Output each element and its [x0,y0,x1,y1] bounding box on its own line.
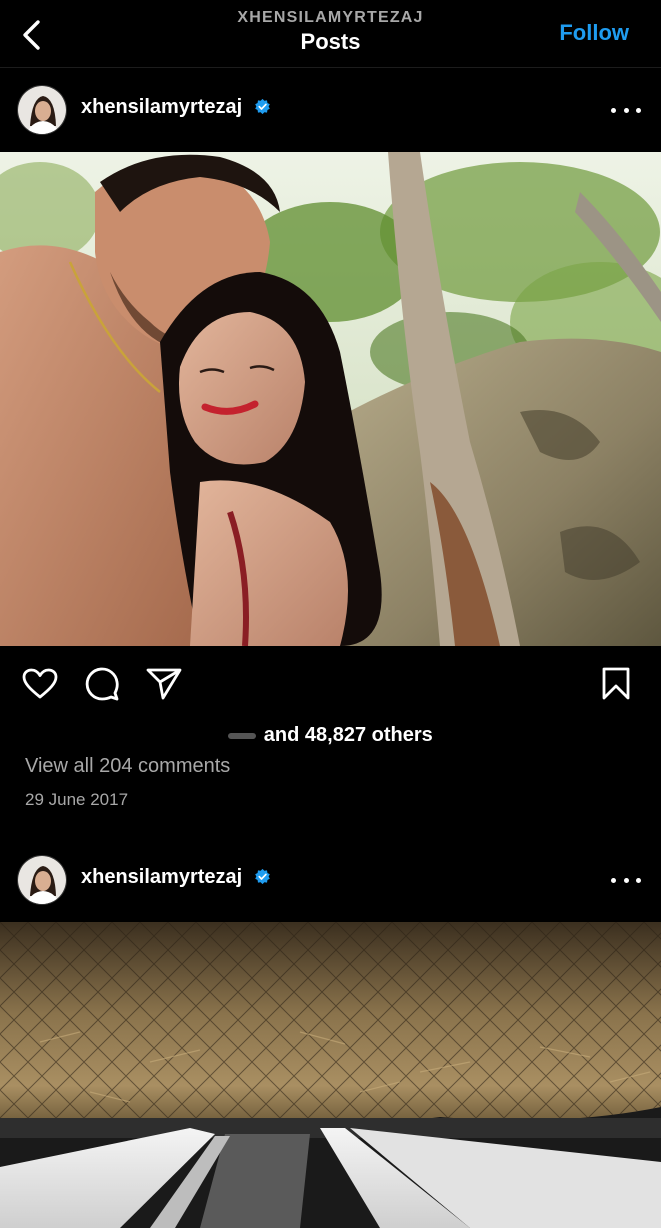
post-actions [0,656,661,712]
comment-icon [85,667,119,701]
post-header: xhensilamyrtezaj [0,68,661,152]
view-comments-link[interactable]: View all 204 comments [25,755,230,778]
save-button[interactable] [598,666,634,702]
top-bar: XHENSILAMYRTEZAJ Posts Follow [0,0,661,68]
more-horizontal-icon [611,877,616,883]
verified-badge-icon [254,98,270,115]
more-options-button[interactable] [611,868,641,892]
heart-icon [22,668,58,699]
avatar[interactable] [17,85,67,135]
likes-text: and 48,827 others [263,724,433,746]
post-username[interactable]: xhensilamyrtezaj [81,866,271,889]
follow-button[interactable]: Follow [559,20,629,46]
post-username[interactable]: xhensilamyrtezaj [81,96,271,119]
more-options-button[interactable] [611,98,641,122]
share-button[interactable] [146,666,182,702]
likes-count[interactable]: and 48,827 others [0,724,661,747]
verified-badge-icon [254,868,270,885]
bookmark-icon [602,667,630,700]
comment-button[interactable] [84,666,120,702]
post-date: 29 June 2017 [25,790,129,809]
username-text: xhensilamyrtezaj [81,96,243,118]
posts-screen: XHENSILAMYRTEZAJ Posts Follow xhensilamy… [0,0,661,1228]
like-button[interactable] [22,666,58,702]
post-photo[interactable] [0,152,661,646]
send-icon [146,668,182,700]
more-horizontal-icon [611,107,616,113]
post-photo[interactable] [0,922,661,1228]
avatar[interactable] [17,855,67,905]
username-text: xhensilamyrtezaj [81,866,243,888]
post-header: xhensilamyrtezaj [0,838,661,922]
redacted-mark [228,732,257,739]
